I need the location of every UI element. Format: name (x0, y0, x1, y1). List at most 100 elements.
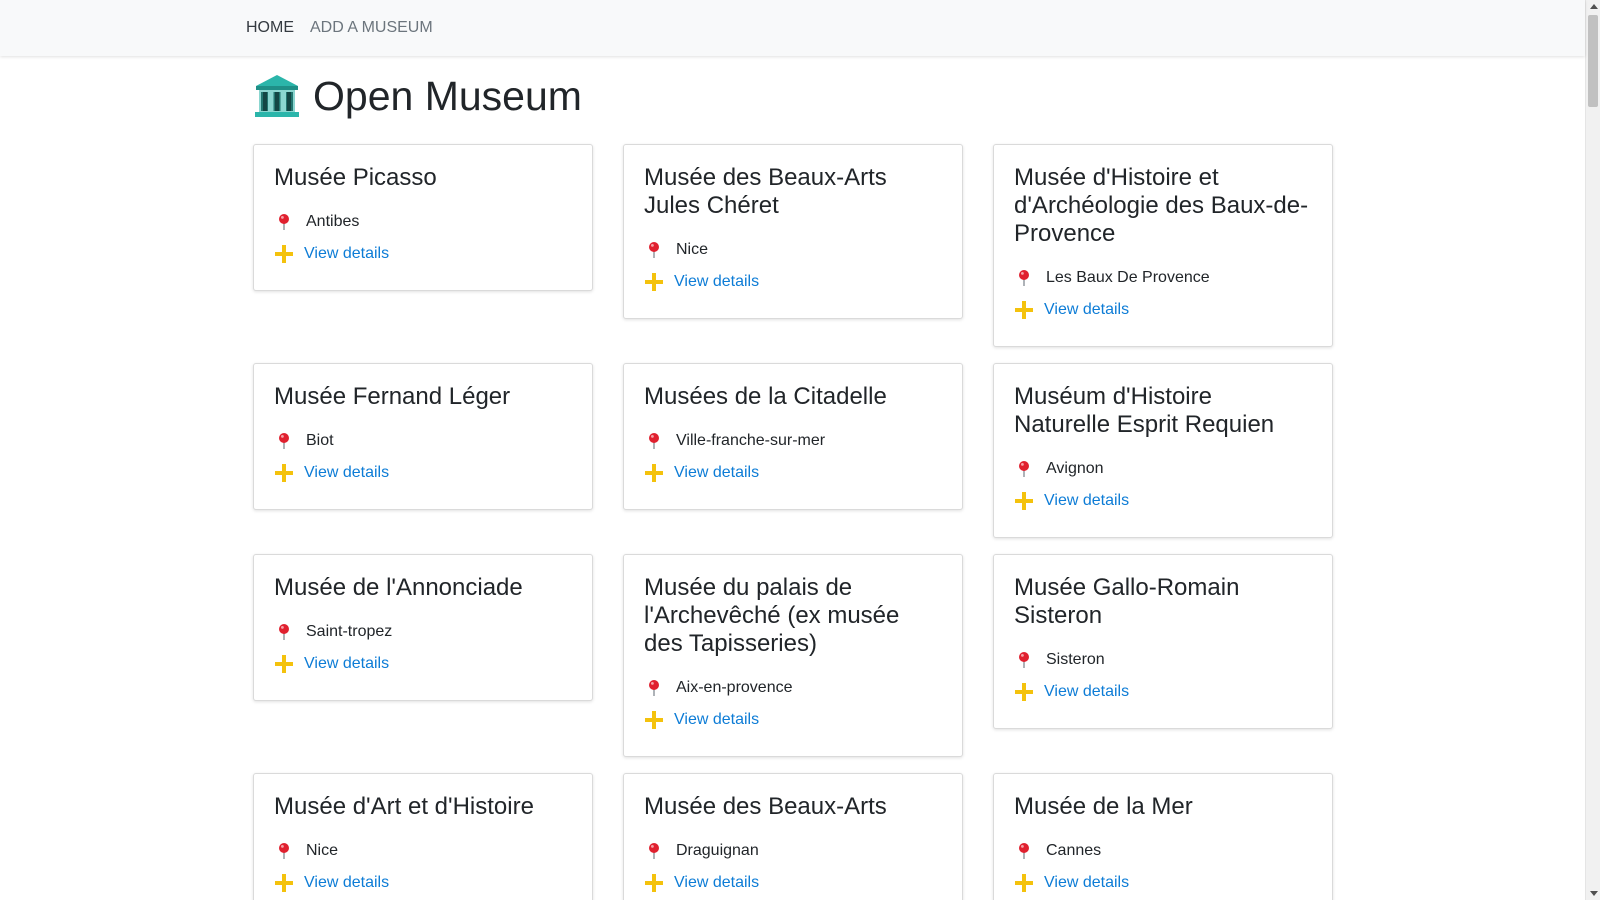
museum-location: Nice (644, 234, 942, 266)
view-details-link[interactable]: View details (304, 874, 389, 892)
classical-building-icon (255, 75, 299, 117)
museum-location: Ville-franche-sur-mer (644, 425, 942, 457)
museum-card: Musée de la Mer Cannes View details (993, 773, 1333, 900)
museum-name: Musée de la Mer (1014, 793, 1193, 820)
museum-city: Antibes (306, 213, 360, 230)
museum-city: Aix-en-provence (676, 679, 793, 696)
museum-details-row: View details (644, 704, 942, 736)
top-navbar: HOME ADD A MUSEUM (0, 0, 1585, 56)
view-details-link[interactable]: View details (304, 464, 389, 482)
museum-card: Musée Fernand Léger Biot View details (253, 363, 593, 510)
museum-location: Draguignan (644, 835, 942, 867)
plus-icon (275, 874, 293, 892)
museum-name: Musée d'Art et d'Histoire (274, 793, 534, 820)
museum-name: Musée de l'Annonciade (274, 574, 523, 601)
plus-icon (275, 245, 293, 263)
plus-icon (645, 874, 663, 892)
round-pushpin-icon (1019, 270, 1029, 286)
museum-location: Saint-tropez (274, 616, 572, 648)
view-details-link[interactable]: View details (674, 464, 759, 482)
museum-card: Musée des Beaux-Arts Draguignan View det… (623, 773, 963, 900)
round-pushpin-icon (279, 843, 289, 859)
round-pushpin-icon (1019, 652, 1029, 668)
nav-add-museum-link[interactable]: ADD A MUSEUM (310, 18, 433, 37)
view-details-link[interactable]: View details (1044, 874, 1129, 892)
museum-city: Draguignan (676, 842, 759, 859)
museum-card: Musées de la Citadelle Ville-franche-sur… (623, 363, 963, 510)
view-details-link[interactable]: View details (1044, 683, 1129, 701)
round-pushpin-icon (279, 624, 289, 640)
museum-details-row: View details (644, 457, 942, 489)
museum-card: Musée Gallo-Romain Sisteron Sisteron Vie… (993, 554, 1333, 729)
museum-name: Musées de la Citadelle (644, 383, 887, 410)
museum-name: Musée Fernand Léger (274, 383, 511, 410)
round-pushpin-icon (649, 680, 659, 696)
view-details-link[interactable]: View details (674, 874, 759, 892)
museum-city: Ville-franche-sur-mer (676, 432, 826, 449)
museum-details-row: View details (644, 867, 942, 899)
round-pushpin-icon (649, 843, 659, 859)
museum-details-row: View details (1014, 676, 1312, 708)
museum-city: Cannes (1046, 842, 1102, 859)
museum-name: Musée des Beaux-Arts Jules Chéret (644, 164, 887, 219)
museum-details-row: View details (274, 238, 572, 270)
museum-name: Musée des Beaux-Arts (644, 793, 887, 820)
museum-details-row: View details (274, 867, 572, 899)
museum-location: Sisteron (1014, 644, 1312, 676)
plus-icon (1015, 492, 1033, 510)
scrollbar-thumb[interactable] (1588, 15, 1598, 107)
view-details-link[interactable]: View details (304, 245, 389, 263)
museum-card: Musée Picasso Antibes View details (253, 144, 593, 291)
museum-card: Musée du palais de l'Archevêché (ex musé… (623, 554, 963, 757)
plus-icon (275, 464, 293, 482)
museum-card: Musée d'Histoire et d'Archéologie des Ba… (993, 144, 1333, 347)
plus-icon (275, 655, 293, 673)
museum-card: Musée de l'Annonciade Saint-tropez View … (253, 554, 593, 701)
plus-icon (645, 464, 663, 482)
museum-location: Nice (274, 835, 572, 867)
page-header: Open Museum (253, 70, 582, 122)
vertical-scrollbar[interactable] (1585, 0, 1600, 900)
museum-city: Sisteron (1046, 651, 1105, 668)
plus-icon (1015, 683, 1033, 701)
view-details-link[interactable]: View details (674, 711, 759, 729)
museum-name: Musée Picasso (274, 164, 437, 191)
round-pushpin-icon (1019, 461, 1029, 477)
museum-location: Les Baux De Provence (1014, 262, 1312, 294)
museum-city: Nice (306, 842, 339, 859)
museum-details-row: View details (274, 457, 572, 489)
museum-location: Aix-en-provence (644, 672, 942, 704)
museum-location: Antibes (274, 206, 572, 238)
plus-icon (1015, 874, 1033, 892)
museum-grid: Musée Picasso Antibes View details Musée… (253, 144, 1333, 900)
museum-name: Muséum d'Histoire Naturelle Esprit Requi… (1014, 383, 1275, 438)
museum-name: Musée Gallo-Romain Sisteron (1014, 574, 1240, 629)
museum-card: Muséum d'Histoire Naturelle Esprit Requi… (993, 363, 1333, 538)
museum-card: Musée d'Art et d'Histoire Nice View deta… (253, 773, 593, 900)
museum-name: Musée d'Histoire et d'Archéologie des Ba… (1014, 164, 1309, 247)
museum-name: Musée du palais de l'Archevêché (ex musé… (644, 574, 900, 657)
view-details-link[interactable]: View details (304, 655, 389, 673)
view-details-link[interactable]: View details (1044, 301, 1129, 319)
round-pushpin-icon (649, 242, 659, 258)
museum-location: Avignon (1014, 453, 1312, 485)
museum-city: Avignon (1046, 460, 1104, 477)
page-title: Open Museum (313, 73, 582, 119)
round-pushpin-icon (649, 433, 659, 449)
museum-details-row: View details (274, 648, 572, 680)
plus-icon (645, 711, 663, 729)
round-pushpin-icon (1019, 843, 1029, 859)
museum-details-row: View details (1014, 485, 1312, 517)
museum-city: Biot (306, 432, 334, 449)
museum-location: Biot (274, 425, 572, 457)
museum-card: Musée des Beaux-Arts Jules Chéret Nice V… (623, 144, 963, 319)
view-details-link[interactable]: View details (1044, 492, 1129, 510)
museum-details-row: View details (1014, 294, 1312, 326)
museum-location: Cannes (1014, 835, 1312, 867)
museum-details-row: View details (1014, 867, 1312, 899)
view-details-link[interactable]: View details (674, 273, 759, 291)
scroll-down-arrow-icon[interactable] (1590, 891, 1598, 896)
nav-home-link[interactable]: HOME (246, 18, 294, 37)
scroll-up-arrow-icon[interactable] (1590, 4, 1598, 9)
museum-city: Les Baux De Provence (1046, 269, 1210, 286)
